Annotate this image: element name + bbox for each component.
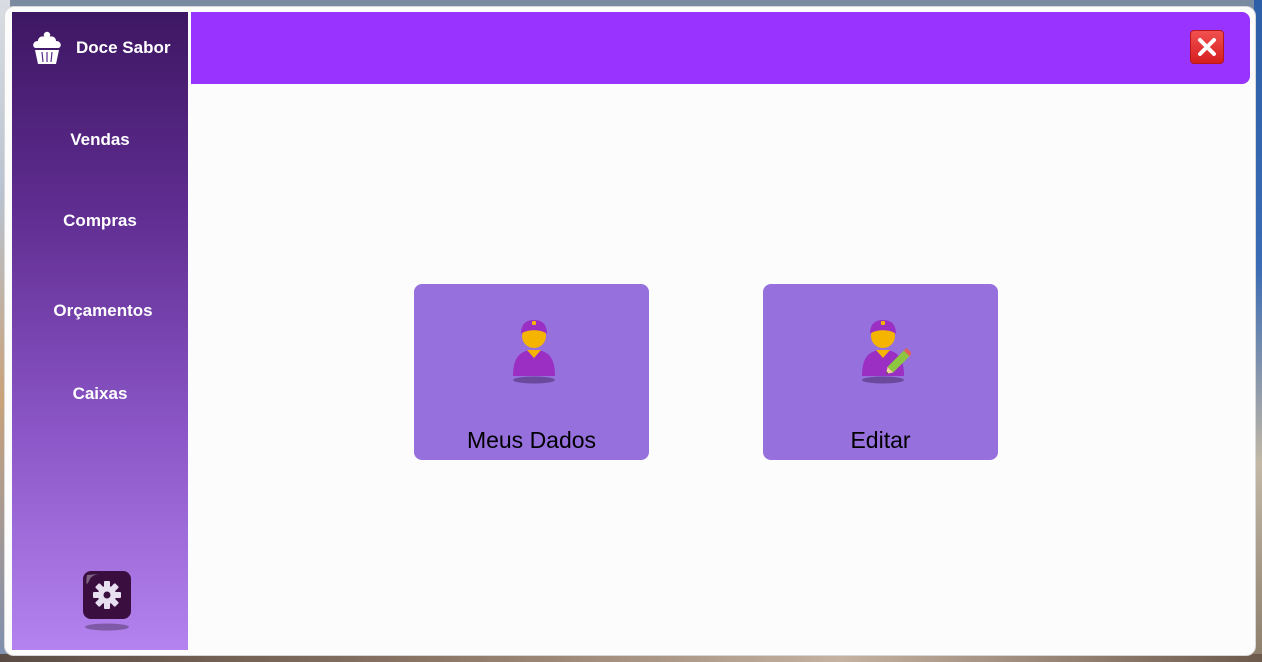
- sidebar-item-vendas[interactable]: Vendas: [12, 130, 188, 150]
- top-bar: [191, 12, 1250, 84]
- user-edit-icon: [862, 320, 911, 384]
- cupcake-icon: [33, 31, 61, 64]
- sidebar-item-orcamentos[interactable]: Orçamentos: [15, 301, 191, 321]
- gear-icon: [83, 571, 131, 631]
- card-meus-dados[interactable]: Meus Dados: [414, 284, 649, 460]
- user-icon: [513, 320, 555, 384]
- card-editar[interactable]: Editar: [763, 284, 998, 460]
- brand: Doce Sabor: [30, 28, 170, 68]
- settings-button[interactable]: [83, 571, 133, 633]
- app-name: Doce Sabor: [76, 38, 171, 57]
- card-label: Meus Dados: [466, 427, 597, 453]
- close-icon: [1198, 38, 1216, 56]
- sidebar-item-caixas[interactable]: Caixas: [12, 384, 188, 404]
- sidebar: Doce Sabor Vendas Compras Orçamentos Cai…: [12, 12, 188, 650]
- card-label: Editar: [850, 427, 911, 453]
- sidebar-item-compras[interactable]: Compras: [12, 211, 188, 231]
- app-window: Doce Sabor Vendas Compras Orçamentos Cai…: [4, 6, 1256, 656]
- close-button[interactable]: [1190, 30, 1224, 64]
